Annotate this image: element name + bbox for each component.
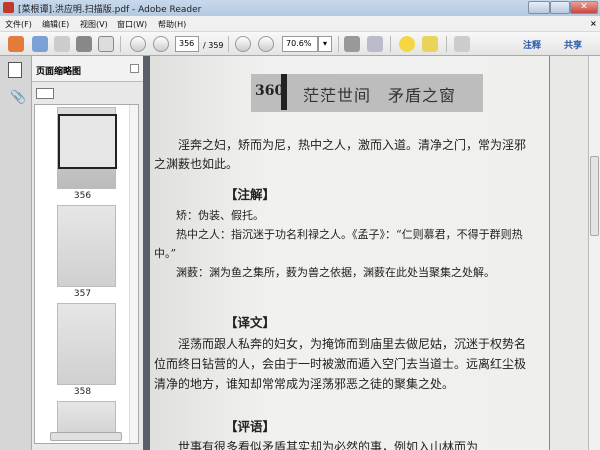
page-total: / 359 — [203, 41, 224, 50]
thumbnail-357[interactable] — [57, 205, 116, 287]
menu-bar: 文件(F) 编辑(E) 视图(V) 窗口(W) 帮助(H) × — [0, 16, 600, 32]
pdf-page: 360 茫茫世间 矛盾之窗 淫奔之妇，矫而为尼，热中之人，激而入道。清净之门，常… — [150, 56, 550, 450]
email-icon[interactable] — [98, 36, 114, 52]
translation-heading: 【译文】 — [225, 315, 276, 330]
previous-page-button[interactable] — [130, 36, 146, 52]
page-number: 360 — [255, 83, 285, 99]
note-2: 热中之人：指沉迷于功名利禄之人。《孟子》：“仁则慕君，不得于群则热中。” — [154, 228, 523, 260]
comment-heading: 【评语】 — [225, 419, 276, 434]
menu-window[interactable]: 窗口(W) — [117, 19, 147, 30]
menu-help[interactable]: 帮助(H) — [158, 19, 186, 30]
chapter-title: 茫茫世间 矛盾之窗 — [303, 86, 457, 105]
comment-icon[interactable] — [399, 36, 415, 52]
save-icon[interactable] — [54, 36, 70, 52]
maximize-button[interactable] — [550, 1, 570, 14]
options-menu-icon[interactable] — [36, 88, 54, 99]
document-vertical-scrollbar[interactable] — [588, 56, 600, 450]
close-document-icon[interactable]: × — [590, 19, 597, 28]
minimize-button[interactable] — [528, 1, 550, 14]
panel-title: 页面缩略图 — [36, 67, 82, 77]
thumbnail-list: 356 357 358 — [34, 104, 139, 444]
note-1: 矫：伪装、假托。 — [154, 209, 264, 222]
comment-panel-button[interactable]: 注释 — [523, 38, 541, 51]
thumbnail-label: 358 — [73, 387, 92, 397]
highlight-icon[interactable] — [422, 36, 438, 52]
page-number-input[interactable]: 356 — [175, 36, 199, 52]
thumbnail-horizontal-scrollbar[interactable] — [50, 432, 122, 441]
attachments-icon[interactable]: 📎 — [10, 90, 26, 105]
next-page-button[interactable] — [153, 36, 169, 52]
chapter-header: 360 茫茫世间 矛盾之窗 — [251, 74, 483, 112]
thumbnail-vertical-scrollbar[interactable] — [129, 105, 138, 443]
menu-file[interactable]: 文件(F) — [5, 19, 32, 30]
navigation-strip: 📎 — [0, 56, 32, 450]
open-icon[interactable] — [32, 36, 48, 52]
thumbnails-panel: 页面缩略图 356 357 358 — [32, 56, 143, 450]
zoom-in-button[interactable] — [258, 36, 274, 52]
panel-splitter[interactable] — [143, 56, 150, 450]
close-button[interactable]: ✕ — [570, 1, 598, 14]
full-screen-icon[interactable] — [367, 36, 383, 52]
window-title: [菜根谭].洪应明.扫描版.pdf - Adobe Reader — [18, 5, 202, 15]
thumbnail-label: 357 — [73, 289, 92, 299]
thumbnail-358[interactable] — [57, 303, 116, 385]
zoom-level-input[interactable]: 70.6% — [282, 36, 318, 52]
share-panel-button[interactable]: 共享 — [564, 38, 582, 51]
document-view: 360 茫茫世间 矛盾之窗 淫奔之妇，矫而为尼，热中之人，激而入道。清净之门，常… — [150, 56, 588, 450]
menu-edit[interactable]: 编辑(E) — [42, 19, 69, 30]
zoom-out-button[interactable] — [235, 36, 251, 52]
thumbnail-label: 356 — [73, 191, 92, 201]
create-pdf-icon[interactable] — [8, 36, 24, 52]
page-thumbnails-icon[interactable] — [8, 62, 22, 78]
thumbnail-356[interactable] — [57, 107, 117, 189]
main-text: 淫奔之妇，矫而为尼，热中之人，激而入道。清净之门，常为淫邪之渊薮也如此。 — [154, 138, 527, 171]
translation-text: 淫荡而跟人私奔的妇女，为掩饰而到庙里去做尼姑，沉迷于权势名位而终日钻营的人，会由… — [154, 337, 527, 391]
comment-text: 世事有很多看似矛盾其实却为必然的事，例如入山林而为 — [154, 440, 479, 450]
scrollbar-thumb[interactable] — [590, 156, 599, 236]
toolbar: 356 / 359 70.6% ▾ 注释 共享 — [0, 32, 600, 56]
note-heading: 【注解】 — [225, 187, 276, 202]
adobe-reader-icon — [3, 2, 14, 13]
note-3: 渊薮：渊为鱼之集所，薮为兽之依据，渊薮在此处当聚集之处解。 — [154, 266, 495, 279]
title-bar: [菜根谭].洪应明.扫描版.pdf - Adobe Reader ✕ — [0, 0, 600, 16]
print-icon[interactable] — [76, 36, 92, 52]
fit-page-icon[interactable] — [344, 36, 360, 52]
collapse-panel-button[interactable] — [130, 64, 139, 73]
expand-icon[interactable] — [454, 36, 470, 52]
zoom-dropdown-button[interactable]: ▾ — [318, 36, 332, 52]
menu-view[interactable]: 视图(V) — [80, 19, 108, 30]
